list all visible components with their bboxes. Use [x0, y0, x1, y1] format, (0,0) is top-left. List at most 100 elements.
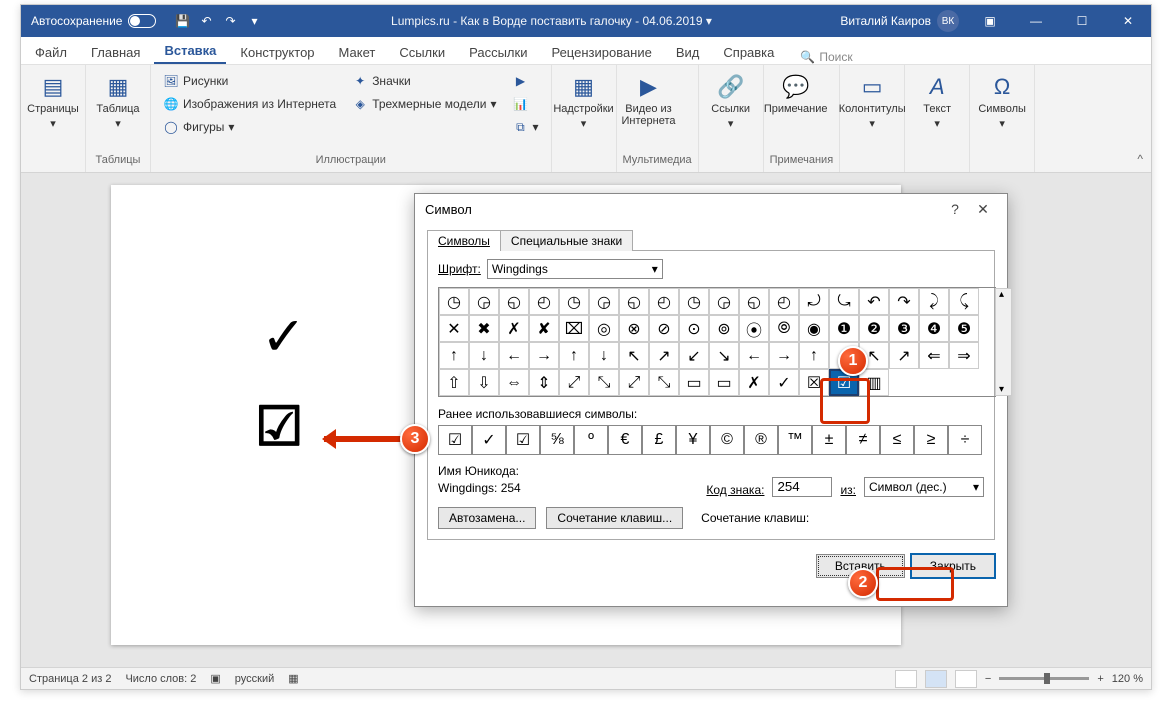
symbol-cell[interactable]: ↗	[649, 342, 679, 369]
tab-references[interactable]: Ссылки	[389, 40, 455, 64]
icons-button[interactable]: ✦Значки	[348, 71, 500, 91]
tab-special-chars[interactable]: Специальные знаки	[500, 230, 633, 251]
symbol-cell[interactable]: ⌧	[559, 315, 589, 342]
symbol-cell[interactable]: ◶	[709, 288, 739, 315]
symbol-cell[interactable]: ⇒	[949, 342, 979, 369]
symbol-cell[interactable]: ↗	[889, 342, 919, 369]
close-button[interactable]: ✕	[1105, 5, 1151, 37]
recent-symbol-cell[interactable]: ¥	[676, 425, 710, 455]
zoom-in-button[interactable]: +	[1097, 673, 1103, 685]
maximize-button[interactable]: ☐	[1059, 5, 1105, 37]
symbol-cell[interactable]: ↓	[469, 342, 499, 369]
symbol-cell[interactable]: ✓	[769, 369, 799, 396]
tab-help[interactable]: Справка	[713, 40, 784, 64]
symbol-cell[interactable]: ❶	[829, 315, 859, 342]
symbol-cell[interactable]: ↑	[439, 342, 469, 369]
redo-icon[interactable]: ↷	[222, 13, 238, 29]
dialog-close-button[interactable]: ✕	[969, 201, 997, 218]
recent-symbol-cell[interactable]: ©	[710, 425, 744, 455]
symbol-cell[interactable]: ⦿	[739, 315, 769, 342]
ribbon-options-icon[interactable]: ▣	[967, 5, 1013, 37]
from-select[interactable]: Символ (дес.)▾	[864, 477, 984, 497]
symbol-cell[interactable]: ▭	[709, 369, 739, 396]
code-input[interactable]	[772, 477, 832, 497]
pages-button[interactable]: ▤Страницы▾	[27, 69, 79, 152]
symbol-cell[interactable]: ❺	[949, 315, 979, 342]
symbol-cell[interactable]: ⊗	[619, 315, 649, 342]
tab-view[interactable]: Вид	[666, 40, 710, 64]
font-select[interactable]: Wingdings▾	[487, 259, 663, 279]
symbol-cell[interactable]: ✕	[439, 315, 469, 342]
symbol-cell[interactable]: ⇔	[499, 369, 529, 396]
shortcut-key-button[interactable]: Сочетание клавиш...	[546, 507, 683, 529]
spellcheck-icon[interactable]: ▣	[210, 672, 220, 685]
symbol-cell[interactable]: ↙	[679, 342, 709, 369]
symbol-cell[interactable]: ←	[739, 342, 769, 369]
symbol-cell[interactable]: ⇕	[529, 369, 559, 396]
symbol-cell[interactable]: ⊙	[679, 315, 709, 342]
symbol-cell[interactable]: ◎	[589, 315, 619, 342]
symbol-cell[interactable]: ⊘	[649, 315, 679, 342]
recent-symbol-cell[interactable]: ≠	[846, 425, 880, 455]
recent-symbol-cell[interactable]: ⅝	[540, 425, 574, 455]
recent-symbol-cell[interactable]: ±	[812, 425, 846, 455]
symbol-cell[interactable]: ↓	[589, 342, 619, 369]
pictures-button[interactable]: 🖼Рисунки	[159, 71, 340, 91]
table-button[interactable]: ▦Таблица▾	[92, 69, 144, 152]
symbol-cell[interactable]: ✗	[499, 315, 529, 342]
recent-symbol-cell[interactable]: ☑	[506, 425, 540, 455]
recent-symbol-cell[interactable]: ™	[778, 425, 812, 455]
autocorrect-button[interactable]: Автозамена...	[438, 507, 536, 529]
tab-layout[interactable]: Макет	[329, 40, 386, 64]
symbol-cell[interactable]: ◴	[649, 288, 679, 315]
symbols-button[interactable]: ΩСимволы▾	[976, 69, 1028, 152]
3d-models-button[interactable]: ◈Трехмерные модели▾	[348, 94, 500, 114]
grid-scrollbar[interactable]	[995, 288, 1012, 396]
symbol-cell[interactable]: ◴	[529, 288, 559, 315]
word-count[interactable]: Число слов: 2	[125, 673, 196, 685]
symbol-cell[interactable]: ⤿	[829, 288, 859, 315]
symbol-cell[interactable]: ◶	[469, 288, 499, 315]
symbol-cell[interactable]: ↷	[889, 288, 919, 315]
recent-symbol-cell[interactable]: ☑	[438, 425, 472, 455]
symbol-cell[interactable]: ◵	[499, 288, 529, 315]
page-status[interactable]: Страница 2 из 2	[29, 673, 111, 685]
symbol-cell[interactable]: ↘	[709, 342, 739, 369]
recent-symbols[interactable]: ☑✓☑⅝º€£¥©®™±≠≤≥÷	[438, 425, 984, 455]
recent-symbol-cell[interactable]: ®	[744, 425, 778, 455]
symbol-cell[interactable]: →	[769, 342, 799, 369]
close-dialog-button[interactable]: Закрыть	[911, 554, 995, 578]
macros-icon[interactable]: ▦	[288, 672, 298, 685]
qat-dropdown-icon[interactable]: ▾	[246, 13, 262, 29]
symbol-cell[interactable]: ⇧	[439, 369, 469, 396]
symbol-cell[interactable]: ⤹	[949, 288, 979, 315]
symbol-cell[interactable]: ⤡	[589, 369, 619, 396]
screenshot-button[interactable]: ⧉▾	[508, 117, 542, 137]
recent-symbol-cell[interactable]: ≤	[880, 425, 914, 455]
tab-design[interactable]: Конструктор	[230, 40, 324, 64]
header-footer-button[interactable]: ▭Колонтитулы▾	[846, 69, 898, 152]
symbol-cell[interactable]: ⇩	[469, 369, 499, 396]
tab-insert[interactable]: Вставка	[154, 38, 226, 64]
save-icon[interactable]: 💾	[174, 13, 190, 29]
search-box[interactable]: 🔍 Поиск	[800, 50, 852, 64]
symbol-cell[interactable]: ⇐	[919, 342, 949, 369]
symbol-cell[interactable]: ❷	[859, 315, 889, 342]
language-status[interactable]: русский	[235, 673, 274, 685]
addins-button[interactable]: ▦Надстройки▾	[558, 69, 610, 152]
symbol-cell[interactable]: ◶	[589, 288, 619, 315]
undo-icon[interactable]: ↶	[198, 13, 214, 29]
symbol-cell[interactable]: ❸	[889, 315, 919, 342]
shapes-button[interactable]: ◯Фигуры▾	[159, 117, 340, 137]
zoom-slider[interactable]	[999, 677, 1089, 680]
zoom-level[interactable]: 120 %	[1112, 673, 1143, 685]
tab-symbols[interactable]: Символы	[427, 230, 501, 251]
recent-symbol-cell[interactable]: €	[608, 425, 642, 455]
symbol-cell[interactable]: ⤸	[919, 288, 949, 315]
symbol-cell[interactable]: ◉	[799, 315, 829, 342]
symbol-cell[interactable]: ◷	[439, 288, 469, 315]
print-layout-button[interactable]	[925, 670, 947, 688]
symbol-cell[interactable]: ◵	[619, 288, 649, 315]
symbol-cell[interactable]: ✖	[469, 315, 499, 342]
symbol-cell[interactable]: ✗	[739, 369, 769, 396]
